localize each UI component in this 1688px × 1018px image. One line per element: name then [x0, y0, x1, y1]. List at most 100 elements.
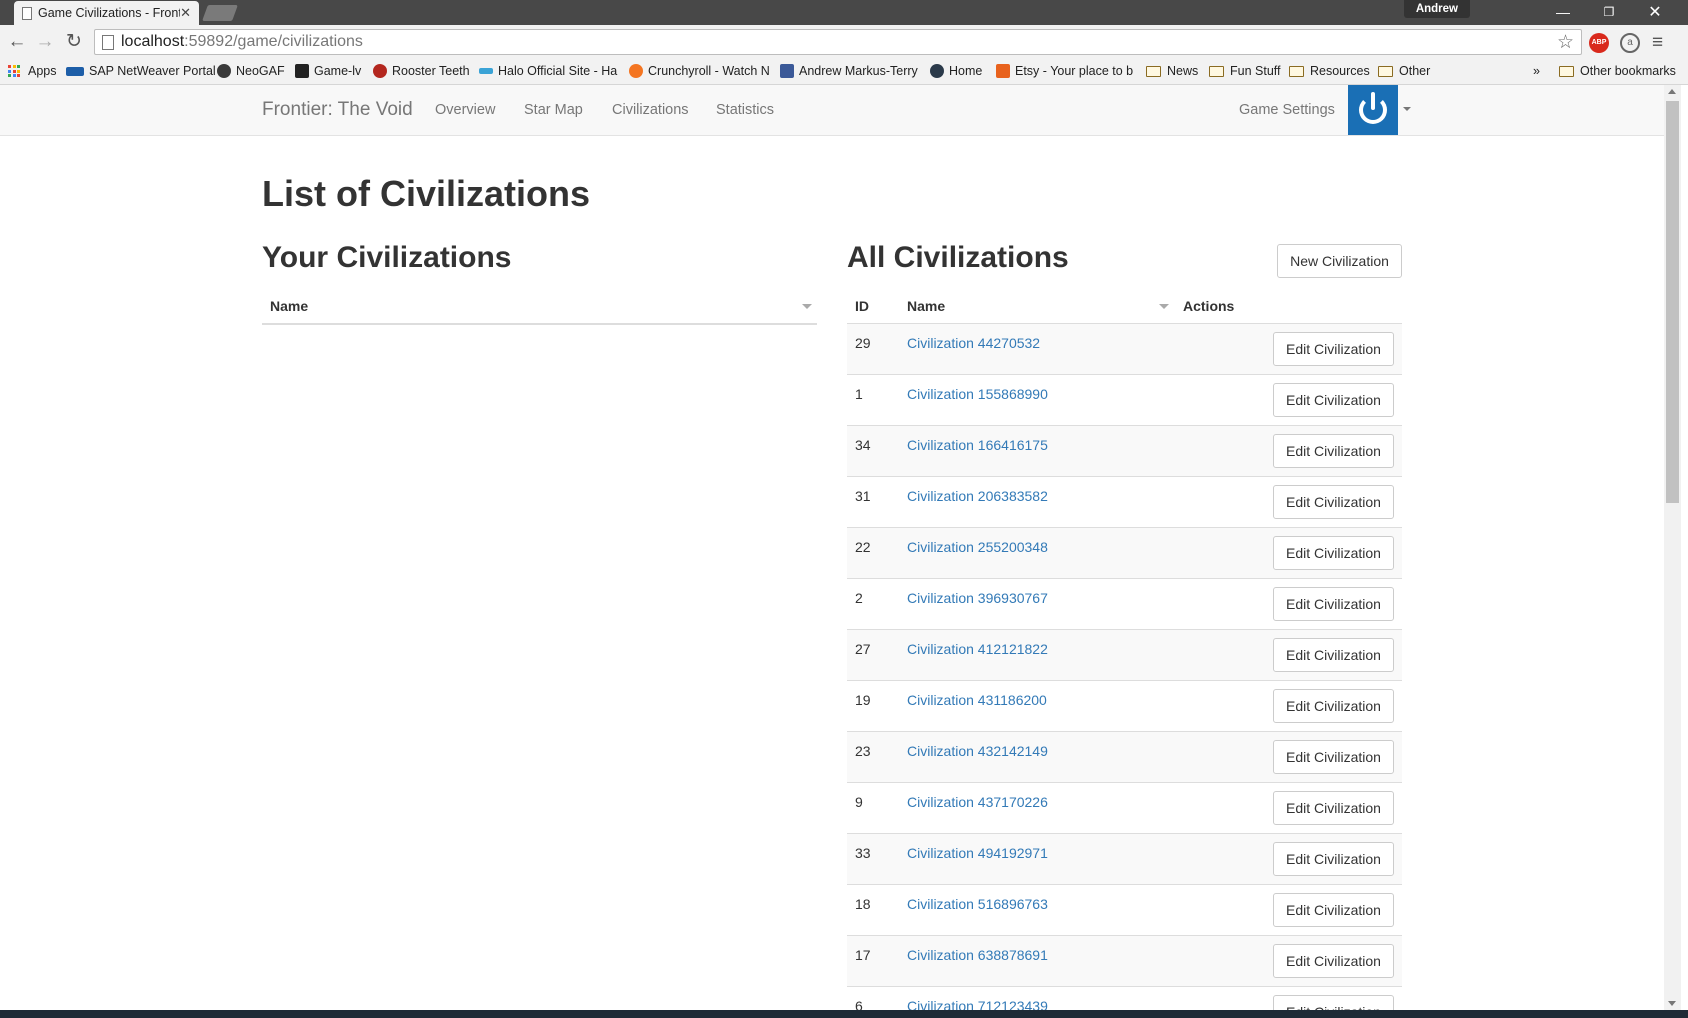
- hamburger-menu-icon[interactable]: ≡: [1652, 33, 1670, 53]
- civ-name-link[interactable]: Civilization 396930767: [907, 590, 1048, 606]
- browser-title-bar: Game Civilizations - Front ✕ Andrew — ❐ …: [0, 0, 1688, 25]
- edit-civilization-button[interactable]: Edit Civilization: [1273, 536, 1394, 570]
- restore-icon[interactable]: ❐: [1586, 0, 1632, 25]
- edit-civilization-button[interactable]: Edit Civilization: [1273, 893, 1394, 927]
- folder-icon: [1378, 65, 1393, 77]
- bookmark-sap[interactable]: SAP NetWeaver Portal: [66, 64, 216, 78]
- folder-icon: [1559, 65, 1574, 77]
- civ-name-link[interactable]: Civilization 431186200: [907, 692, 1047, 708]
- sort-caret-icon[interactable]: [1159, 304, 1169, 309]
- all-civs-actions-header: Actions: [1183, 298, 1235, 314]
- edit-civilization-button[interactable]: Edit Civilization: [1273, 587, 1394, 621]
- civ-name-link[interactable]: Civilization 494192971: [907, 845, 1048, 861]
- page-scrollbar[interactable]: [1664, 85, 1681, 1010]
- bookmark-label: SAP NetWeaver Portal: [89, 64, 216, 78]
- civ-name-link[interactable]: Civilization 44270532: [907, 335, 1040, 351]
- bookmark-label: Game-lv: [314, 64, 362, 78]
- tab-close-icon[interactable]: ✕: [180, 5, 191, 21]
- table-row: 23 Civilization 432142149 Edit Civilizat…: [847, 732, 1402, 783]
- civ-id: 34: [855, 437, 871, 453]
- new-civilization-button[interactable]: New Civilization: [1277, 244, 1402, 278]
- bookmark-folder-news[interactable]: News: [1146, 64, 1198, 78]
- bookmark-game-lv[interactable]: Game-lv: [295, 64, 361, 78]
- nav-link-overview[interactable]: Overview: [435, 102, 495, 118]
- edit-civilization-button[interactable]: Edit Civilization: [1273, 332, 1394, 366]
- civ-name-link[interactable]: Civilization 437170226: [907, 794, 1048, 810]
- other-bookmarks-folder[interactable]: Other bookmarks: [1559, 64, 1676, 78]
- edit-civilization-button[interactable]: Edit Civilization: [1273, 383, 1394, 417]
- forward-arrow-icon[interactable]: →: [33, 30, 57, 54]
- edit-civilization-button[interactable]: Edit Civilization: [1273, 791, 1394, 825]
- table-row: 18 Civilization 516896763 Edit Civilizat…: [847, 885, 1402, 936]
- your-civs-header-rule: [262, 323, 817, 325]
- new-tab-button[interactable]: [202, 5, 238, 21]
- edit-civilization-button[interactable]: Edit Civilization: [1273, 944, 1394, 978]
- bookmarks-overflow-chevron-icon[interactable]: »: [1533, 64, 1540, 78]
- window-close-icon[interactable]: ✕: [1632, 0, 1678, 25]
- bookmark-star-icon[interactable]: ☆: [1557, 31, 1574, 54]
- minimize-icon[interactable]: —: [1540, 0, 1586, 25]
- lock-extension-icon[interactable]: a: [1620, 33, 1640, 53]
- bookmark-rooster-teeth[interactable]: Rooster Teeth: [373, 64, 470, 78]
- civ-name-link[interactable]: Civilization 638878691: [907, 947, 1048, 963]
- profile-user-badge[interactable]: Andrew: [1403, 0, 1470, 18]
- rooster-teeth-icon: [373, 64, 387, 78]
- scroll-up-arrow-icon[interactable]: [1668, 89, 1676, 94]
- civ-name-link[interactable]: Civilization 166416175: [907, 437, 1048, 453]
- game-lv-icon: [295, 64, 309, 78]
- edit-civilization-button[interactable]: Edit Civilization: [1273, 995, 1394, 1010]
- your-civs-name-header[interactable]: Name: [270, 298, 308, 314]
- bookmark-neogaf[interactable]: NeoGAF: [217, 64, 285, 78]
- table-row: 6 Civilization 712123439 Edit Civilizati…: [847, 987, 1402, 1010]
- home-site-icon: [930, 64, 944, 78]
- site-navbar: Frontier: The Void Overview Star Map Civ…: [0, 85, 1664, 136]
- address-bar[interactable]: localhost:59892/game/civilizations ☆: [94, 29, 1582, 55]
- bookmark-label: Apps: [28, 64, 57, 78]
- bookmark-crunchyroll[interactable]: Crunchyroll - Watch N: [629, 64, 770, 78]
- table-row: 2 Civilization 396930767 Edit Civilizati…: [847, 579, 1402, 630]
- browser-tab[interactable]: Game Civilizations - Front ✕: [14, 1, 199, 25]
- bookmark-label: Rooster Teeth: [392, 64, 470, 78]
- edit-civilization-button[interactable]: Edit Civilization: [1273, 638, 1394, 672]
- bookmark-folder-other[interactable]: Other: [1378, 64, 1430, 78]
- adblock-plus-icon[interactable]: ABP: [1589, 33, 1609, 53]
- scroll-down-arrow-icon[interactable]: [1668, 1001, 1676, 1006]
- bookmark-apps[interactable]: Apps: [8, 64, 57, 78]
- edit-civilization-button[interactable]: Edit Civilization: [1273, 434, 1394, 468]
- edit-civilization-button[interactable]: Edit Civilization: [1273, 485, 1394, 519]
- user-avatar[interactable]: [1348, 85, 1398, 135]
- bookmark-halo[interactable]: Halo Official Site - Ha: [479, 64, 617, 78]
- power-icon-stem: [1371, 92, 1375, 110]
- edit-civilization-button[interactable]: Edit Civilization: [1273, 842, 1394, 876]
- civ-name-link[interactable]: Civilization 206383582: [907, 488, 1048, 504]
- bookmark-label: Fun Stuff: [1230, 64, 1281, 78]
- nav-link-statistics[interactable]: Statistics: [716, 102, 774, 118]
- all-civs-name-header[interactable]: Name: [907, 298, 945, 314]
- edit-civilization-button[interactable]: Edit Civilization: [1273, 740, 1394, 774]
- civ-name-link[interactable]: Civilization 412121822: [907, 641, 1048, 657]
- nav-link-civilizations[interactable]: Civilizations: [612, 102, 689, 118]
- game-settings-link[interactable]: Game Settings: [1239, 102, 1335, 118]
- edit-civilization-button[interactable]: Edit Civilization: [1273, 689, 1394, 723]
- all-civs-id-header[interactable]: ID: [855, 298, 869, 314]
- civ-name-link[interactable]: Civilization 516896763: [907, 896, 1048, 912]
- bookmark-folder-fun-stuff[interactable]: Fun Stuff: [1209, 64, 1281, 78]
- civ-name-link[interactable]: Civilization 712123439: [907, 998, 1048, 1010]
- scrollbar-thumb[interactable]: [1666, 101, 1679, 503]
- civ-name-link[interactable]: Civilization 255200348: [907, 539, 1048, 555]
- table-row: 22 Civilization 255200348 Edit Civilizat…: [847, 528, 1402, 579]
- bookmark-label: Crunchyroll - Watch N: [648, 64, 770, 78]
- bookmark-etsy[interactable]: Etsy - Your place to b: [996, 64, 1133, 78]
- bookmark-home[interactable]: Home: [930, 64, 982, 78]
- back-arrow-icon[interactable]: ←: [5, 30, 29, 54]
- sort-caret-icon[interactable]: [802, 304, 812, 309]
- user-menu-caret-icon[interactable]: [1403, 107, 1411, 111]
- nav-link-star-map[interactable]: Star Map: [524, 102, 583, 118]
- bookmark-folder-resources[interactable]: Resources: [1289, 64, 1370, 78]
- site-brand[interactable]: Frontier: The Void: [262, 99, 413, 121]
- civ-id: 2: [855, 590, 863, 606]
- civ-name-link[interactable]: Civilization 432142149: [907, 743, 1048, 759]
- civ-name-link[interactable]: Civilization 155868990: [907, 386, 1048, 402]
- bookmark-facebook[interactable]: Andrew Markus-Terry: [780, 64, 918, 78]
- reload-icon[interactable]: ↻: [62, 30, 86, 54]
